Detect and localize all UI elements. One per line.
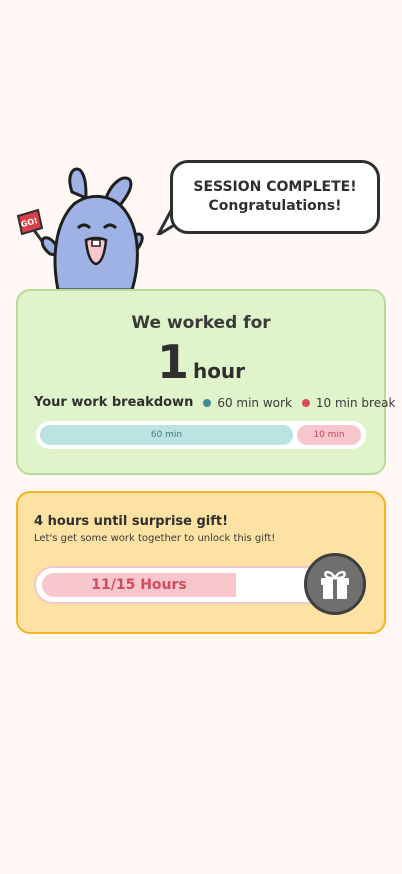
work-segment: 60 min (40, 425, 293, 445)
gift-progress-fill: 11/15 Hours (42, 573, 236, 597)
gift-title: 4 hours until surprise gift! (34, 514, 229, 529)
break-dot-icon (301, 398, 310, 407)
celebration-hero: GO! SESSION COMPLETE! Congratulations! (0, 150, 402, 295)
breakdown-label: Your work breakdown (34, 395, 194, 410)
gift-progress-bar: 11/15 Hours (34, 566, 334, 604)
breakdown-bar: 60 min 10 min (36, 421, 366, 449)
duration-value: 1 (156, 335, 189, 389)
worked-title: We worked for (131, 313, 271, 333)
duration-unit: hour (192, 359, 246, 383)
legend-work: 60 min work (203, 396, 292, 410)
worked-duration: 1 hour (18, 335, 384, 389)
gift-button[interactable] (304, 553, 366, 615)
work-dot-icon (203, 398, 212, 407)
worked-summary-card: We worked for 1 hour Your work breakdown … (16, 289, 395, 475)
congratulations-text: Congratulations! (208, 198, 342, 214)
legend-break-label: 10 min break (315, 395, 396, 410)
surprise-gift-card: 4 hours until surprise gift! Let's get s… (16, 491, 386, 634)
legend-break: 10 min break (301, 395, 396, 410)
speech-bubble: SESSION COMPLETE! Congratulations! (170, 160, 380, 234)
session-complete-text: SESSION COMPLETE! (193, 179, 357, 195)
breakdown-legend: Your work breakdown 60 min work 10 min b… (34, 395, 395, 410)
legend-work-label: 60 min work (217, 395, 292, 410)
gift-subtitle: Let's get some work together to unlock t… (34, 533, 276, 544)
bunny-mascot-illustration: GO! (16, 167, 144, 290)
gift-icon (321, 570, 349, 599)
break-segment: 10 min (297, 425, 361, 445)
